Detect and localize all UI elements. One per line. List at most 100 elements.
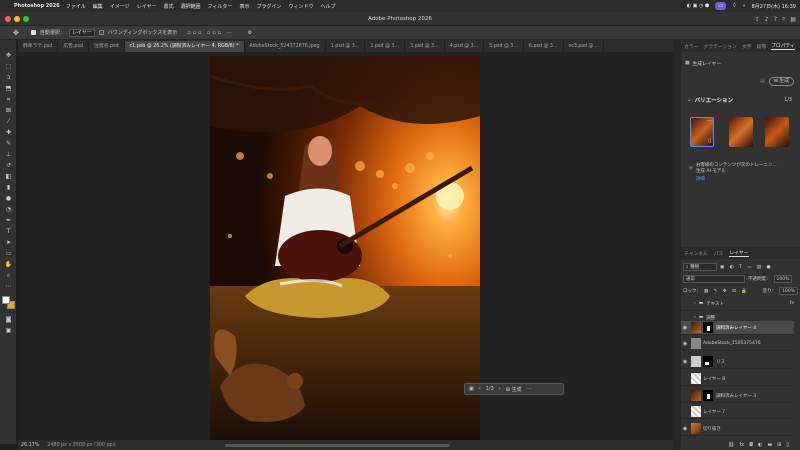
layer-name[interactable]: テキスト (706, 301, 724, 307)
doc-tab[interactable]: cc3.psd @... (564, 41, 604, 52)
layer-row[interactable]: ◉ 切り抜き (681, 422, 794, 436)
more-options-icon[interactable]: ⋯ (707, 118, 712, 124)
eye-icon[interactable]: ◉ (681, 325, 689, 331)
learn-more-link[interactable]: 詳細 (696, 176, 777, 182)
shape-tool-icon[interactable]: ▭ (0, 248, 17, 259)
layer-row[interactable]: ◉ AdobeStock_1505375476 (681, 337, 794, 351)
chevron-right-icon[interactable]: › (694, 315, 696, 320)
layer-kind-dropdown[interactable]: ⌕ 種類 (683, 263, 717, 271)
delete-icon[interactable]: ▯ (708, 138, 711, 144)
auto-select-dropdown[interactable]: レイヤー (68, 28, 95, 37)
crop-tool-icon[interactable]: ⌗ (0, 94, 17, 105)
variation-thumb-3[interactable] (765, 117, 789, 147)
align-icons[interactable]: ▫▫▫ ▫▫▫ ⋯ (187, 30, 234, 36)
move-tool-icon[interactable]: ✥ (0, 50, 17, 61)
menu-file[interactable]: ファイル (66, 3, 86, 10)
new-layer-icon[interactable]: ⊞ (777, 442, 781, 448)
fx-icon[interactable]: fx (790, 301, 794, 306)
doc-tab[interactable]: 広告.psd (58, 41, 90, 52)
dodge-tool-icon[interactable]: ◔ (0, 204, 17, 215)
next-variation-icon[interactable]: › (499, 386, 501, 392)
menu-help[interactable]: ヘルプ (320, 3, 335, 10)
more-tools-icon[interactable]: ⋯ (0, 281, 17, 292)
zoom-level[interactable]: 26.17% (21, 443, 39, 448)
doc-tab[interactable]: AdobeStock_524372876.jpeg (245, 41, 326, 52)
tab-paragraph[interactable]: 段落 (757, 43, 767, 50)
layer-row-group[interactable]: › ▬ テキスト fx (681, 297, 794, 311)
doc-tab-active[interactable]: c1.psb @ 26.2% (調和済みレイヤー 4, RGB/8) * (124, 41, 245, 52)
menu-type[interactable]: 書式 (164, 3, 174, 10)
layer-row[interactable]: 調和済みレイヤー 3 (681, 389, 794, 403)
generative-icon[interactable]: ▣ (469, 386, 474, 392)
3d-mode-icon[interactable]: ⚙ (248, 30, 252, 36)
share-icon[interactable]: ⇪ (755, 16, 760, 23)
color-swatches[interactable] (0, 292, 16, 314)
doc-dimensions[interactable]: 2480 px x 3508 px (300 ppi) (47, 443, 116, 448)
tab-properties[interactable]: プロパティ (771, 42, 795, 50)
auto-select-checkbox[interactable] (30, 30, 36, 35)
frame-tool-icon[interactable]: ⊠ (0, 105, 17, 116)
doc-tab[interactable]: 6.psd @ 3... (524, 41, 564, 52)
lock-icons[interactable]: ▦ ✎ ✥ ⊡ 🔒 (704, 289, 749, 294)
healing-tool-icon[interactable]: ✚ (0, 127, 17, 138)
history-brush-icon[interactable]: ↺ (0, 160, 17, 171)
generate-button[interactable]: ⊞ 生成 (506, 386, 522, 393)
menu-app-name[interactable]: Photoshop 2026 (14, 3, 60, 9)
zoom-tool-icon[interactable]: ⌕ (0, 270, 17, 281)
foreground-color[interactable] (2, 296, 10, 304)
fx-button[interactable]: fx (739, 442, 744, 448)
layer-row[interactable]: レイヤー 7 (681, 405, 794, 419)
brush-tool-icon[interactable]: ✎ (0, 138, 17, 149)
eye-icon[interactable]: ◉ (681, 359, 689, 365)
doc-tab[interactable]: 注意点.psd (89, 41, 125, 52)
gradient-tool-icon[interactable]: ▮ (0, 182, 17, 193)
folder-icon[interactable]: ▬ (767, 442, 772, 448)
variation-thumb-1[interactable]: ⋯ ▯ (690, 117, 714, 147)
layer-name[interactable]: レイヤー 8 (703, 376, 725, 382)
doc-tab[interactable]: 肺革ラテ.psd (18, 41, 59, 52)
object-select-tool-icon[interactable]: ⬒ (0, 83, 17, 94)
help-icon[interactable]: ? (774, 16, 777, 23)
tab-layers[interactable]: レイヤー (729, 249, 749, 257)
search-icon[interactable]: ⌕ (743, 3, 746, 9)
tab-paths[interactable]: パス (714, 250, 724, 257)
properties-generate-button[interactable]: ⊞ 生成 (768, 76, 794, 86)
layer-row[interactable]: レイヤー 8 (681, 372, 794, 386)
layer-row[interactable]: ◉ リス (681, 355, 794, 369)
doc-tab[interactable]: 2.psd @ 3... (365, 41, 405, 52)
layer-name[interactable]: 調整 (706, 315, 715, 321)
layer-mask-thumbnail[interactable] (703, 356, 713, 367)
horizontal-scrollbar[interactable] (225, 444, 450, 447)
workspace-icon[interactable]: ▤ (790, 16, 796, 23)
search-panel-icon[interactable]: ⌕ (782, 15, 785, 23)
eye-icon[interactable]: ◉ (681, 341, 689, 347)
menu-layer[interactable]: レイヤー (137, 3, 157, 10)
menu-image[interactable]: イメージ (110, 3, 130, 10)
menu-plugins[interactable]: プラグイン (256, 3, 281, 10)
path-select-icon[interactable]: ➤ (0, 237, 17, 248)
opacity-field[interactable]: 100% (773, 275, 793, 283)
document-image[interactable] (210, 56, 480, 440)
tab-channels[interactable]: チャンネル (684, 250, 708, 257)
quick-mask-icon[interactable]: ◙ (0, 314, 17, 325)
tab-gradient[interactable]: グラデーション (703, 43, 736, 50)
layer-mask-thumbnail[interactable] (703, 322, 713, 333)
eraser-tool-icon[interactable]: ◧ (0, 171, 17, 182)
layer-name[interactable]: リス (716, 359, 725, 365)
image-icon[interactable]: ▤ (760, 78, 765, 84)
mask-icon[interactable]: ◘ (749, 442, 753, 448)
menu-select[interactable]: 選択範囲 (181, 3, 201, 10)
layer-name[interactable]: 切り抜き (703, 426, 721, 432)
chevron-right-icon[interactable]: › (694, 301, 696, 306)
wifi-icon[interactable]: ⌔ (732, 3, 737, 9)
layer-name[interactable]: 調和済みレイヤー 3 (716, 393, 756, 399)
chevron-down-icon[interactable]: ⌄ (687, 97, 692, 103)
menu-window[interactable]: ウィンドウ (288, 3, 313, 10)
tab-character[interactable]: 文字 (742, 43, 752, 50)
doc-tab[interactable]: 3.psd @ 3... (405, 41, 445, 52)
blend-mode-dropdown[interactable]: 通常 (683, 275, 745, 283)
layer-name[interactable]: AdobeStock_1505375476 (703, 341, 761, 346)
lasso-tool-icon[interactable]: ↄ (0, 72, 17, 83)
variations-header[interactable]: ⌄ バリエーション 1/3 (681, 94, 800, 106)
menu-filter[interactable]: フィルター (208, 3, 233, 10)
